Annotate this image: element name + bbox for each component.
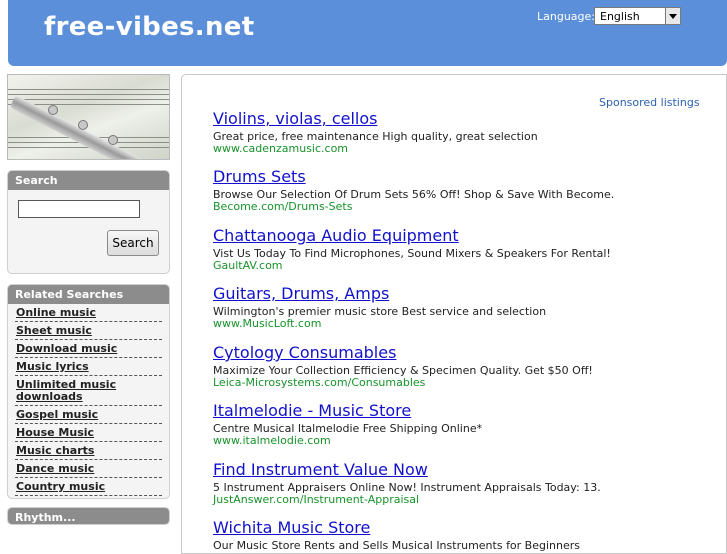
listing-url[interactable]: www.cadenzamusic.com [213,143,538,155]
language-select[interactable]: English [594,7,681,25]
listing-url[interactable]: Become.com/Drums-Sets [213,201,614,213]
search-box-title: Search [8,171,169,190]
listing: Wichita Music Store Our Music Store Rent… [213,518,580,552]
language-selected-value: English [600,10,640,23]
listing-title-link[interactable]: Chattanooga Audio Equipment [213,226,611,246]
next-box-title: Rhythm... [8,508,169,524]
sponsored-listings-panel: Sponsored listings Violins, violas, cell… [181,74,727,554]
related-search-link[interactable]: Dance music [15,460,162,478]
related-search-link[interactable]: Download music [15,340,162,358]
search-button[interactable]: Search [107,230,159,256]
listing-title-link[interactable]: Violins, violas, cellos [213,109,538,129]
listing: Chattanooga Audio Equipment Vist Us Toda… [213,226,611,272]
listing-title-link[interactable]: Find Instrument Value Now [213,460,601,480]
sponsored-label: Sponsored listings [599,96,700,109]
listing-url[interactable]: www.MusicLoft.com [213,318,546,330]
search-input[interactable] [18,200,140,218]
listing: Italmelodie - Music Store Centre Musical… [213,401,482,447]
listing: Violins, violas, cellos Great price, fre… [213,109,538,155]
listing-url[interactable]: Leica-Microsystems.com/Consumables [213,377,593,389]
listing: Drums Sets Browse Our Selection Of Drum … [213,167,614,213]
listing-title-link[interactable]: Guitars, Drums, Amps [213,284,546,304]
listing-url[interactable]: GaultAV.com [213,260,611,272]
listing-title-link[interactable]: Cytology Consumables [213,343,593,363]
listing-title-link[interactable]: Wichita Music Store [213,518,580,538]
related-search-link[interactable]: Country music [15,478,162,496]
sidebar: Search Search Related Searches Online mu… [7,74,170,525]
search-box: Search Search [7,170,170,274]
listing: Guitars, Drums, Amps Wilmington's premie… [213,284,546,330]
related-search-link[interactable]: House Music [15,424,162,442]
related-search-link[interactable]: Sheet music [15,322,162,340]
listing-title-link[interactable]: Italmelodie - Music Store [213,401,482,421]
listing: Cytology Consumables Maximize Your Colle… [213,343,593,389]
related-search-link[interactable]: Music lyrics [15,358,162,376]
listing-title-link[interactable]: Drums Sets [213,167,614,187]
site-header: free-vibes.net Language: English [8,0,727,66]
related-search-link[interactable]: Online music [15,304,162,322]
related-searches-box: Related Searches Online music Sheet musi… [7,284,170,499]
next-sidebar-box: Rhythm... [7,507,170,525]
listing-url[interactable]: www.italmelodie.com [213,435,482,447]
related-search-link[interactable]: Music charts [15,442,162,460]
related-search-link[interactable]: Gospel music [15,406,162,424]
related-searches-title: Related Searches [8,285,169,304]
flute-sheet-music-image [7,74,170,160]
listing-description: Our Music Store Rents and Sells Musical … [213,539,581,552]
listing: Find Instrument Value Now 5 Instrument A… [213,460,601,506]
chevron-down-icon[interactable] [665,8,680,24]
language-label: Language: [537,10,595,23]
related-search-link[interactable]: Unlimited music downloads [15,376,162,406]
site-logo[interactable]: free-vibes.net [44,12,254,42]
listing-url[interactable]: JustAnswer.com/Instrument-Appraisal [213,494,601,506]
